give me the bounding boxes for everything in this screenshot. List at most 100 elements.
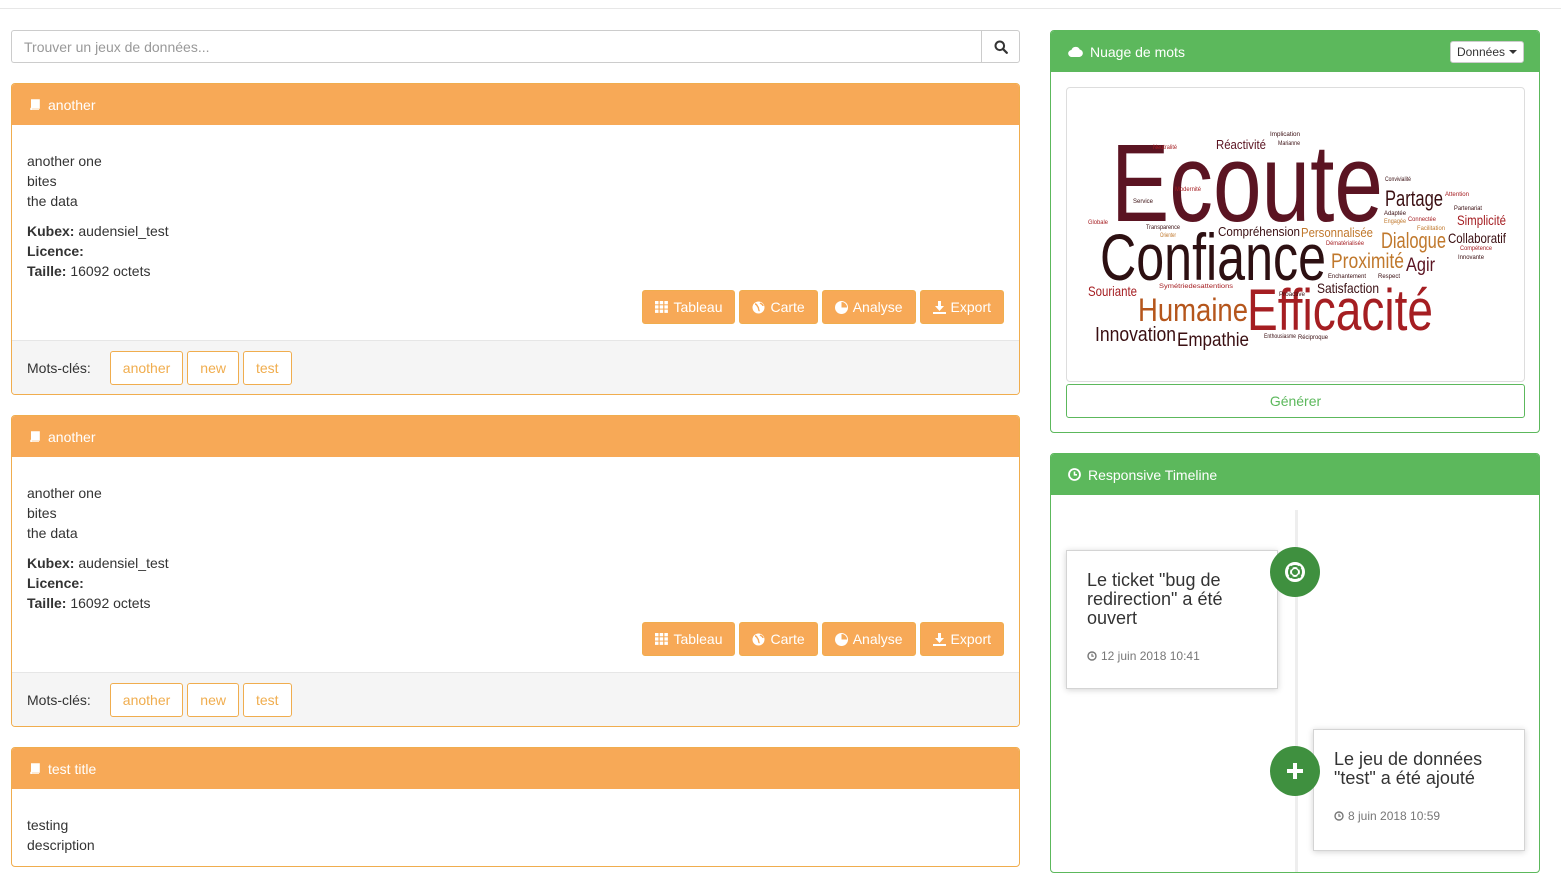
wordcloud-panel: Nuage de mots Données Ecoute Confiance E…: [1050, 30, 1540, 433]
export-label: Export: [950, 631, 991, 647]
table-icon: [655, 633, 669, 645]
description-line: the data: [27, 193, 78, 209]
dataset-actions: Tableau Carte Analyse Export: [642, 290, 1004, 324]
search-icon: [994, 40, 1008, 54]
keyword-tag[interactable]: another: [109, 683, 184, 717]
data-dropdown[interactable]: Données: [1449, 41, 1524, 63]
wordcloud-title: Nuage de mots: [1090, 43, 1185, 60]
cloud-word: Compétence: [1460, 246, 1493, 252]
cloud-word: Enchantement: [1328, 274, 1366, 280]
cloud-word: Attention: [1445, 192, 1469, 198]
description-line: the data: [27, 525, 78, 541]
timeline-header: Responsive Timeline: [1051, 454, 1539, 495]
taille-value: 16092 octets: [70, 595, 151, 611]
wordcloud-graphic: Ecoute Confiance Efficacité Humaine Part…: [1088, 122, 1506, 351]
dataset-panel: test title testing description: [11, 747, 1020, 867]
description-line: another one: [27, 485, 102, 501]
cloud-word: Orienter: [1160, 233, 1176, 239]
search-input[interactable]: [11, 30, 981, 63]
top-divider: [0, 8, 1561, 9]
taille-row: Taille: 16092 octets: [27, 261, 1004, 281]
cloud-word: Innovante: [1458, 255, 1485, 261]
cloud-word: Connectée: [1408, 217, 1437, 223]
event-date-row: 8 juin 2018 10:59: [1334, 809, 1504, 823]
cloud-word: Dématérialisée: [1326, 241, 1365, 247]
description-line: testing: [27, 817, 69, 833]
export-button[interactable]: Export: [919, 290, 1004, 324]
dataset-header[interactable]: test title: [12, 748, 1019, 789]
search-button[interactable]: [981, 30, 1020, 63]
tableau-label: Tableau: [673, 631, 723, 647]
description-line: another one: [27, 153, 102, 169]
cloud-word: Enthousiasme: [1264, 334, 1297, 340]
analyse-button[interactable]: Analyse: [821, 290, 916, 324]
analyse-button[interactable]: Analyse: [821, 622, 916, 656]
cloud-word: Convivialité: [1385, 177, 1412, 183]
timeline-title: Responsive Timeline: [1088, 466, 1218, 483]
event-date: 8 juin 2018 10:59: [1348, 809, 1441, 823]
cloud-word: Symétriedesattentions: [1159, 284, 1233, 290]
dataset-search: [11, 30, 1020, 63]
clock-icon: [1087, 651, 1097, 661]
kubex-value: audensiel_test: [78, 223, 169, 239]
cloud-word: Collaboratif: [1448, 230, 1506, 246]
event-date-row: 12 juin 2018 10:41: [1087, 649, 1257, 663]
globe-icon: [752, 633, 765, 645]
cloud-word: Humaine: [1138, 292, 1248, 328]
keyword-tag[interactable]: new: [187, 683, 239, 717]
dropdown-label: Données: [1456, 45, 1505, 59]
licence-label: Licence:: [27, 575, 84, 591]
dataset-header[interactable]: another: [12, 84, 1019, 125]
dataset-body: another one bites the data Kubex: audens…: [12, 125, 1019, 281]
tableau-button[interactable]: Tableau: [642, 622, 736, 656]
keywords-label: Mots-clés:: [27, 360, 91, 376]
clock-icon: [1334, 811, 1344, 821]
event-badge: [1270, 746, 1320, 796]
keyword-tag[interactable]: another: [109, 351, 184, 385]
taille-label: Taille:: [27, 595, 67, 611]
carte-label: Carte: [770, 631, 805, 647]
timeline-event[interactable]: Le jeu de données "test" a été ajouté 8 …: [1313, 729, 1525, 851]
licence-label: Licence:: [27, 243, 84, 259]
keyword-tag[interactable]: test: [242, 683, 292, 717]
plus-icon: [1287, 763, 1303, 779]
keywords-bar: Mots-clés: another new test: [12, 340, 1019, 394]
dataset-actions: Tableau Carte Analyse Export: [642, 622, 1004, 656]
cloud-word: Réciproque: [1298, 335, 1329, 341]
description-line: bites: [27, 173, 57, 189]
timeline-panel: Responsive Timeline Le ticket "bug de re…: [1050, 453, 1540, 873]
analyse-label: Analyse: [852, 631, 903, 647]
event-badge: [1270, 547, 1320, 597]
timeline-event[interactable]: Le ticket "bug de redirection" a été ouv…: [1066, 550, 1278, 689]
cloud-word: Proactive: [1279, 292, 1306, 298]
carte-button[interactable]: Carte: [739, 290, 818, 324]
kubex-row: Kubex: audensiel_test: [27, 221, 1004, 241]
cloud-word: Proximité: [1331, 250, 1404, 273]
licence-row: Licence:: [27, 241, 1004, 261]
tableau-label: Tableau: [673, 299, 723, 315]
cloud-word: Réactivité: [1216, 137, 1266, 152]
export-button[interactable]: Export: [919, 622, 1004, 656]
carte-button[interactable]: Carte: [739, 622, 818, 656]
event-text: Le jeu de données "test" a été ajouté: [1334, 749, 1483, 788]
cloud-word: Modernité: [1175, 187, 1202, 193]
generate-button[interactable]: Générer: [1066, 384, 1525, 418]
tableau-button[interactable]: Tableau: [642, 290, 736, 324]
cloud-word: Partage: [1385, 186, 1443, 211]
cloud-word: Transparence: [1146, 225, 1181, 231]
dataset-header[interactable]: another: [12, 416, 1019, 457]
licence-row: Licence:: [27, 573, 1004, 593]
cloud-word: Neutralité: [1153, 145, 1178, 151]
keywords-label: Mots-clés:: [27, 692, 91, 708]
cloud-word: Agir: [1406, 255, 1436, 276]
cloud-word: Partenariat: [1454, 206, 1482, 212]
table-icon: [655, 301, 669, 313]
cloud-word: Satisfaction: [1317, 280, 1379, 296]
dataset-title: another: [48, 96, 96, 113]
keyword-tag[interactable]: new: [187, 351, 239, 385]
taille-label: Taille:: [27, 263, 67, 279]
cloud-icon: [1068, 46, 1083, 57]
keyword-tag[interactable]: test: [242, 351, 292, 385]
wordcloud-header: Nuage de mots Données: [1051, 31, 1539, 72]
taille-value: 16092 octets: [70, 263, 151, 279]
